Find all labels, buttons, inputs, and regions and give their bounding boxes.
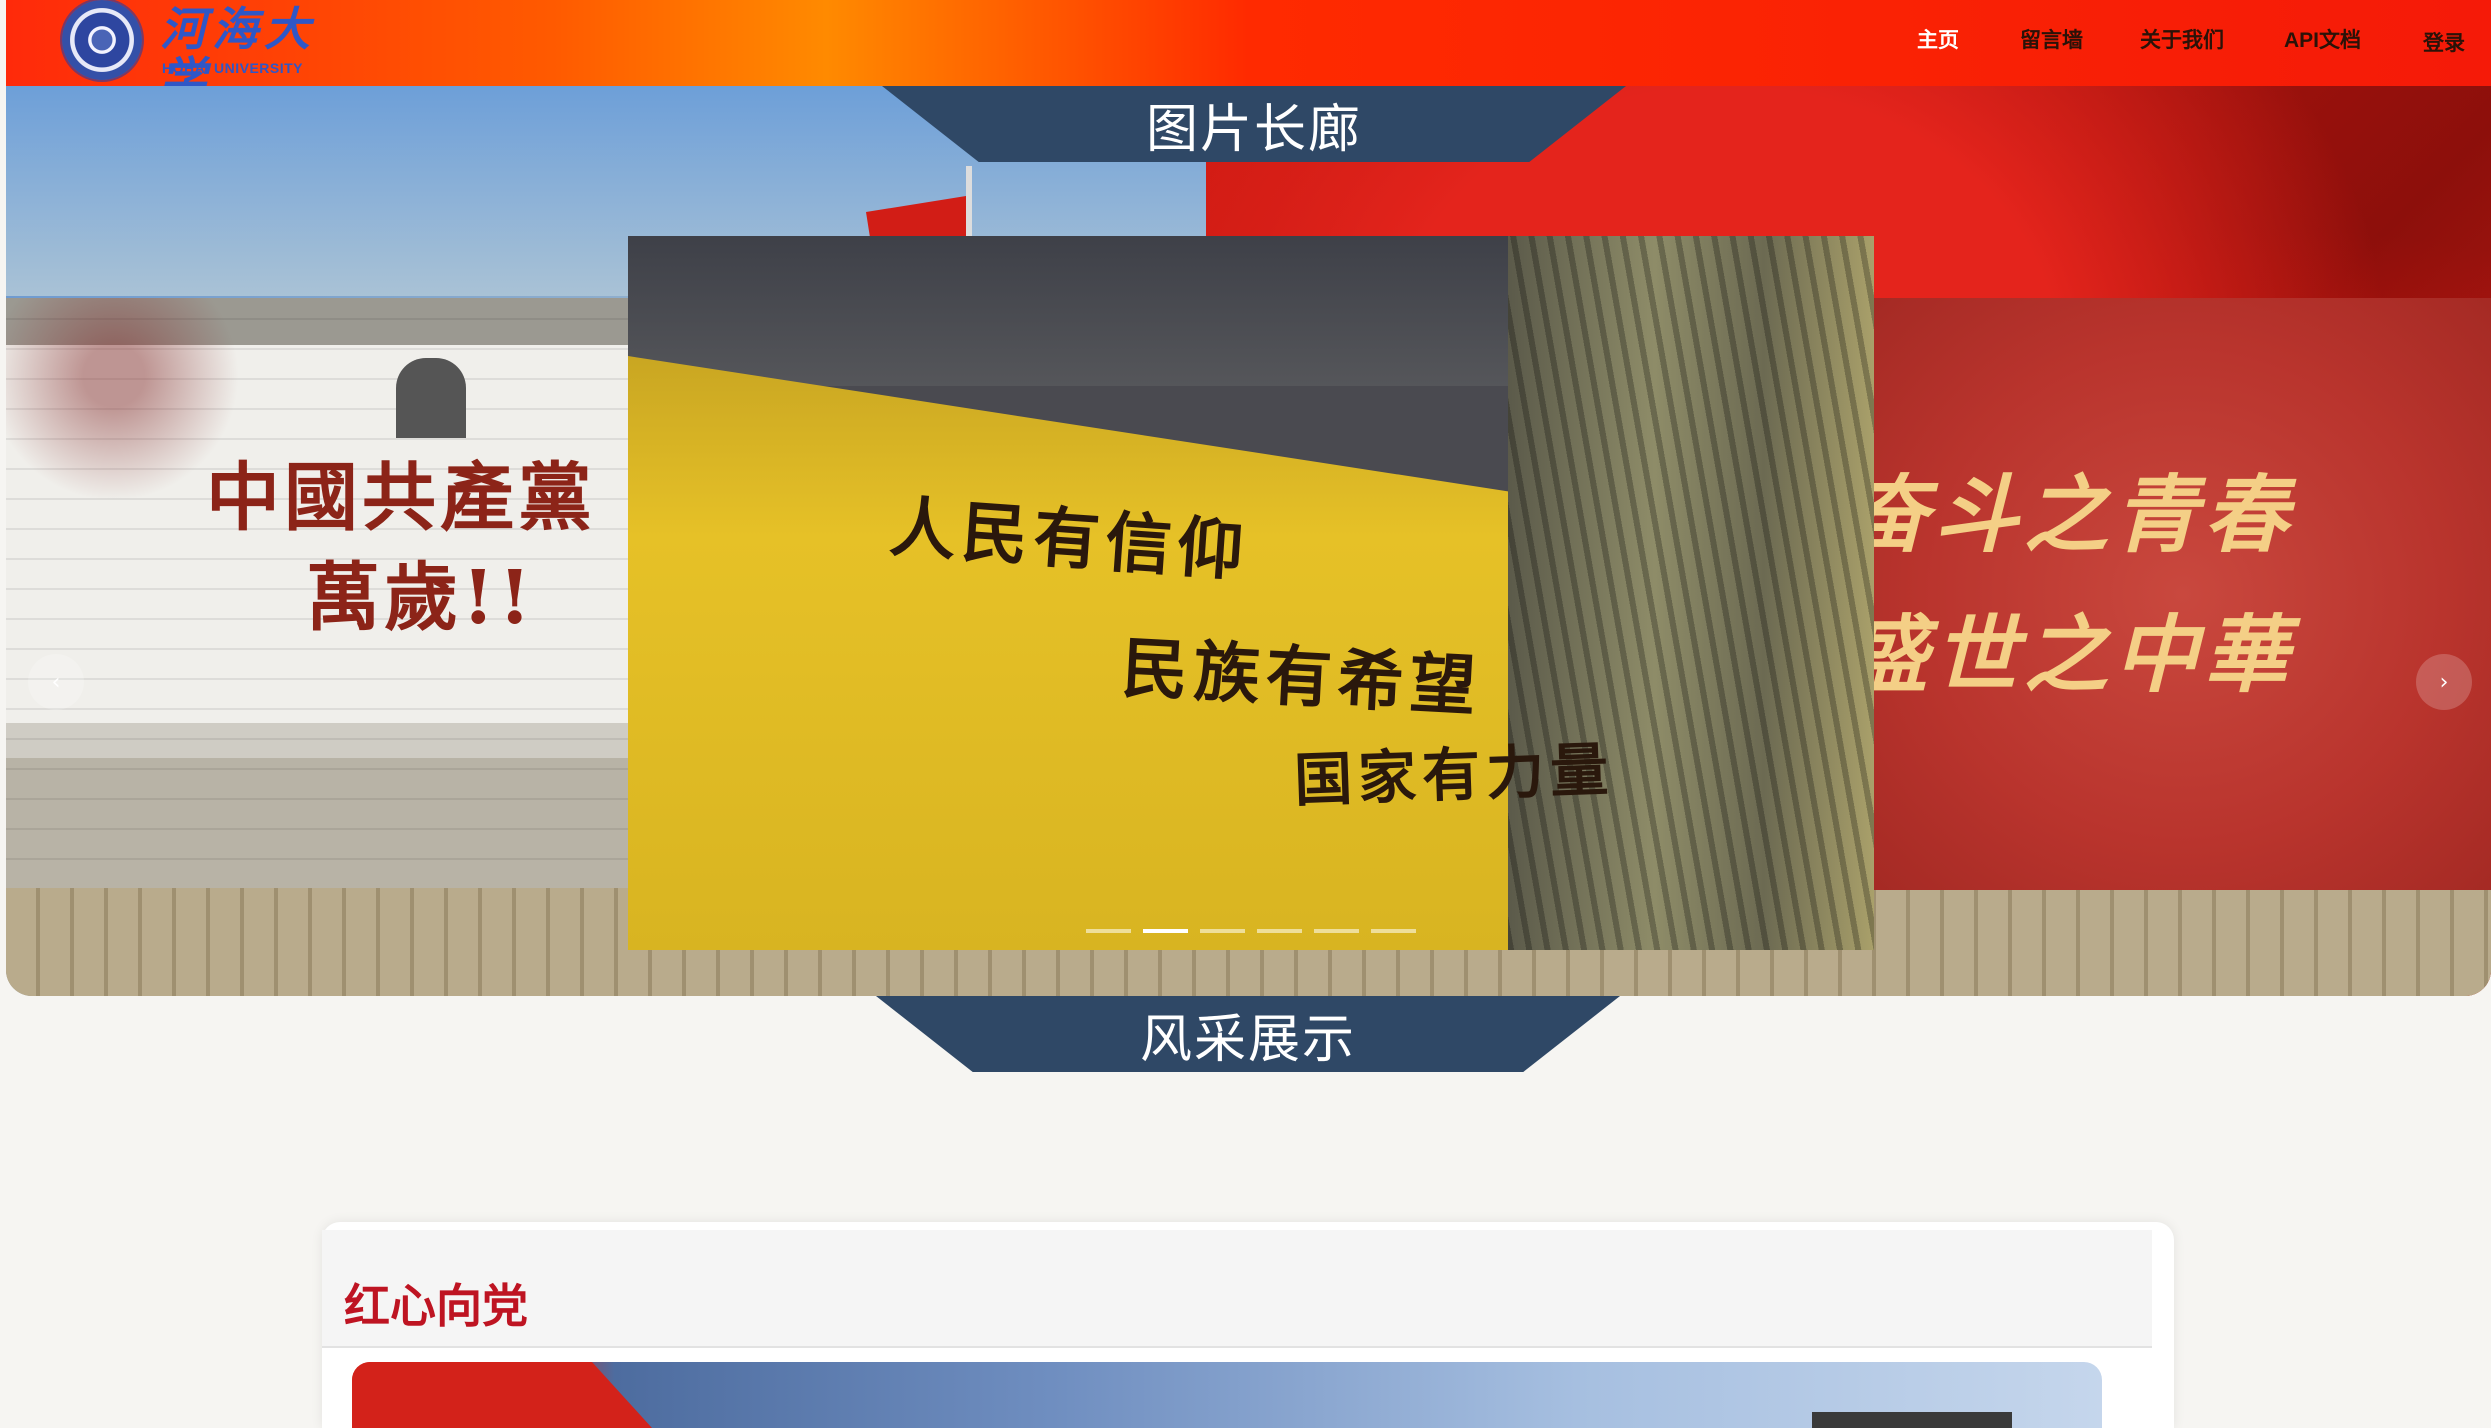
carousel-prev-arrow-icon[interactable]: ‹ xyxy=(28,654,84,710)
carousel-slide-next[interactable]: 奋斗之青春 盛世之中華 xyxy=(1874,298,2491,890)
carousel-slide-previous[interactable]: 中國共產黨 萬歲!! xyxy=(6,298,628,888)
card-header: 红心向党 xyxy=(322,1230,2152,1348)
slide-previous-text: 中國共產黨 萬歲!! xyxy=(206,455,596,641)
gallery-section-title: 图片长廊 xyxy=(882,86,1626,162)
carousel-indicator-active[interactable] xyxy=(1143,929,1188,933)
tree-trunk-image xyxy=(1508,236,1874,950)
carousel-indicator[interactable] xyxy=(1314,929,1359,933)
slide-active-line-3: 国家有力量 xyxy=(1293,735,1616,815)
carousel-indicator[interactable] xyxy=(1371,929,1416,933)
nav-api-docs[interactable]: API文档 xyxy=(2284,24,2361,54)
building-window xyxy=(396,358,466,438)
card-image[interactable] xyxy=(352,1362,2102,1428)
carousel-next-arrow-icon[interactable]: › xyxy=(2416,654,2472,710)
card-flag-image xyxy=(352,1362,652,1428)
slide-active-line-2: 民族有希望 xyxy=(1119,628,1484,726)
slide-next-line-1: 奋斗之青春 xyxy=(1874,465,2295,564)
card-building-image xyxy=(1812,1412,2012,1428)
nav-about-us[interactable]: 关于我们 xyxy=(2140,24,2224,54)
nav-home[interactable]: 主页 xyxy=(1917,24,1959,54)
nav-login[interactable]: 登录 xyxy=(2423,27,2465,57)
carousel-indicator[interactable] xyxy=(1200,929,1245,933)
nav-message-wall[interactable]: 留言墙 xyxy=(2020,24,2083,54)
showcase-section-title: 风采展示 xyxy=(876,996,1620,1072)
top-navbar: 河海大学 HOHAI UNIVERSITY 主页 留言墙 关于我们 API文档 … xyxy=(6,0,2491,104)
photo-gallery-carousel: 中國共產黨 萬歲!! 奋斗之青春 盛世之中華 人民有信仰 民族有希望 国家有力量… xyxy=(6,86,2491,996)
carousel-indicator[interactable] xyxy=(1086,929,1131,933)
carousel-indicators xyxy=(1086,929,1416,933)
logo-subtitle: HOHAI UNIVERSITY xyxy=(162,60,304,76)
showcase-card: 红心向党 xyxy=(322,1222,2174,1428)
carousel-slide-active[interactable]: 人民有信仰 民族有希望 国家有力量 xyxy=(628,236,1874,950)
university-seal-icon xyxy=(62,0,142,80)
slide-next-line-2: 盛世之中華 xyxy=(1874,605,2295,704)
university-logo[interactable]: 河海大学 HOHAI UNIVERSITY xyxy=(62,0,352,104)
card-title: 红心向党 xyxy=(344,1279,528,1333)
carousel-indicator[interactable] xyxy=(1257,929,1302,933)
